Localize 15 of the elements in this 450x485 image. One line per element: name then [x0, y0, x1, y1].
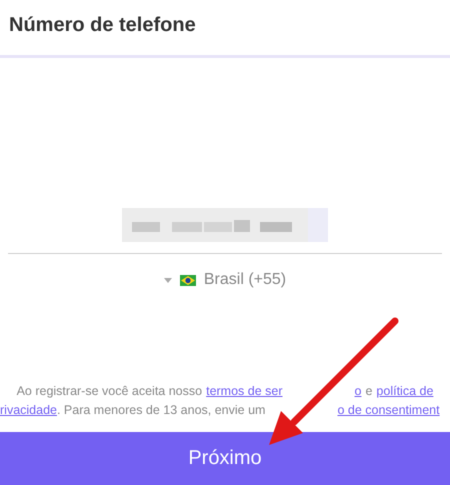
consent-text: e — [365, 383, 372, 400]
country-label: Brasil (+55) — [204, 271, 286, 289]
text-link[interactable]: o de consentiment — [337, 401, 440, 420]
text-link[interactable]: termos de ser — [206, 382, 283, 401]
caret-icon — [164, 278, 172, 282]
consent-text: . Para menores de 13 anos, envie um — [56, 402, 266, 419]
text-link[interactable]: o — [354, 382, 362, 401]
text-link[interactable]: política de — [376, 382, 434, 401]
consent-text: Ao registrar-se você aceita nosso — [16, 383, 202, 400]
next-button[interactable]: Próximo — [0, 432, 450, 485]
page-title: Número de telefone — [8, 13, 197, 37]
country-select[interactable]: Brasil (+55) — [0, 271, 450, 289]
text-link[interactable]: rivacidade — [0, 401, 57, 420]
flag-icon — [180, 274, 196, 286]
phone-input-field[interactable] — [8, 206, 442, 254]
